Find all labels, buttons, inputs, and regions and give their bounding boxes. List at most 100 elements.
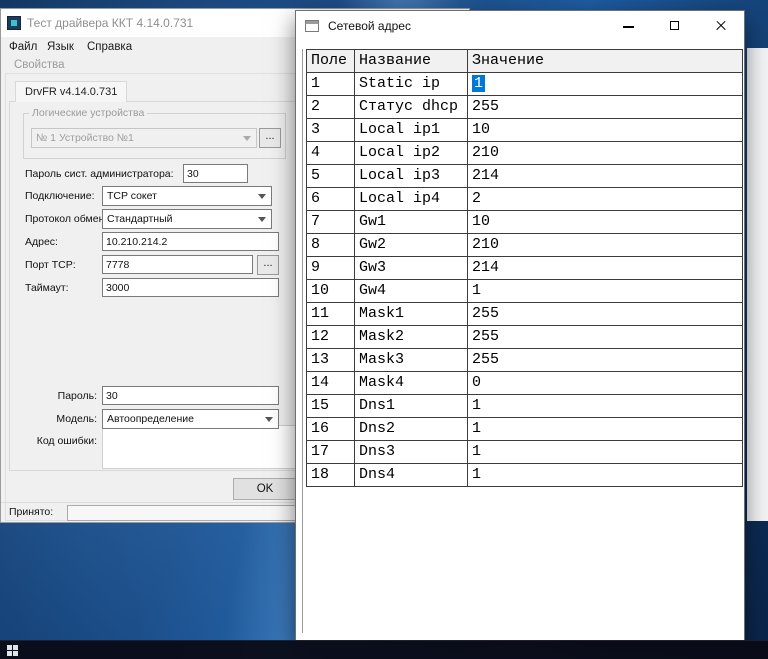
name-cell[interactable]: Local ip1 — [355, 119, 468, 142]
value-cell[interactable]: 255 — [468, 96, 743, 119]
table-row[interactable]: 9Gw3214 — [307, 257, 743, 280]
timeout-label: Таймаут: — [25, 278, 69, 298]
field-cell[interactable]: 1 — [307, 73, 355, 96]
minimize-button[interactable] — [606, 11, 652, 41]
name-cell[interactable]: Mask1 — [355, 303, 468, 326]
value-cell[interactable]: 255 — [468, 349, 743, 372]
field-cell[interactable]: 18 — [307, 464, 355, 487]
value-cell[interactable]: 1 — [468, 73, 743, 96]
field-cell[interactable]: 7 — [307, 211, 355, 234]
table-row[interactable]: 2Статус dhcp255 — [307, 96, 743, 119]
dialog-titlebar[interactable]: Сетевой адрес — [296, 11, 744, 42]
name-cell[interactable]: Static ip — [355, 73, 468, 96]
name-cell[interactable]: Mask3 — [355, 349, 468, 372]
chevron-down-icon — [243, 136, 251, 141]
name-cell[interactable]: Dns3 — [355, 441, 468, 464]
connection-select[interactable]: TCP сокет — [102, 186, 272, 206]
field-cell[interactable]: 6 — [307, 188, 355, 211]
field-cell[interactable]: 12 — [307, 326, 355, 349]
table-row[interactable]: 4Local ip2210 — [307, 142, 743, 165]
value-cell[interactable]: 1 — [468, 418, 743, 441]
taskbar — [0, 640, 768, 659]
table-row[interactable]: 6Local ip42 — [307, 188, 743, 211]
start-button[interactable] — [5, 644, 27, 657]
value-cell[interactable]: 1 — [468, 280, 743, 303]
model-select[interactable]: Автоопределение — [102, 409, 279, 429]
address-input[interactable] — [102, 232, 279, 251]
value-cell[interactable]: 210 — [468, 234, 743, 257]
table-row[interactable]: 15Dns11 — [307, 395, 743, 418]
name-cell[interactable]: Local ip2 — [355, 142, 468, 165]
value-cell[interactable]: 255 — [468, 326, 743, 349]
field-cell[interactable]: 11 — [307, 303, 355, 326]
menu-file[interactable]: Файл — [9, 37, 37, 57]
name-cell[interactable]: Gw2 — [355, 234, 468, 257]
tcp-port-browse-button[interactable]: ... — [257, 255, 279, 275]
table-row[interactable]: 14Mask40 — [307, 372, 743, 395]
field-cell[interactable]: 2 — [307, 96, 355, 119]
name-cell[interactable]: Local ip3 — [355, 165, 468, 188]
table-row[interactable]: 17Dns31 — [307, 441, 743, 464]
field-cell[interactable]: 14 — [307, 372, 355, 395]
field-cell[interactable]: 10 — [307, 280, 355, 303]
value-cell[interactable]: 0 — [468, 372, 743, 395]
table-row[interactable]: 8Gw2210 — [307, 234, 743, 257]
value-cell[interactable]: 10 — [468, 119, 743, 142]
table-row[interactable]: 7Gw110 — [307, 211, 743, 234]
tab-drvfr[interactable]: DrvFR v4.14.0.731 — [15, 81, 127, 102]
field-cell[interactable]: 9 — [307, 257, 355, 280]
table-row[interactable]: 13Mask3255 — [307, 349, 743, 372]
field-cell[interactable]: 4 — [307, 142, 355, 165]
value-cell[interactable]: 214 — [468, 257, 743, 280]
maximize-button[interactable] — [652, 11, 698, 41]
windows-logo-icon — [7, 645, 27, 656]
value-cell[interactable]: 210 — [468, 142, 743, 165]
field-cell[interactable]: 17 — [307, 441, 355, 464]
table-row[interactable]: 1Static ip1 — [307, 73, 743, 96]
value-cell[interactable]: 1 — [468, 395, 743, 418]
network-address-dialog: Сетевой адрес Поле Название — [295, 10, 745, 641]
admin-password-label: Пароль сист. администратора: — [25, 164, 174, 184]
name-cell[interactable]: Mask2 — [355, 326, 468, 349]
name-cell[interactable]: Dns2 — [355, 418, 468, 441]
value-cell[interactable]: 10 — [468, 211, 743, 234]
table-row[interactable]: 5Local ip3214 — [307, 165, 743, 188]
table-row[interactable]: 3Local ip110 — [307, 119, 743, 142]
field-cell[interactable]: 15 — [307, 395, 355, 418]
field-cell[interactable]: 5 — [307, 165, 355, 188]
field-cell[interactable]: 16 — [307, 418, 355, 441]
name-cell[interactable]: Local ip4 — [355, 188, 468, 211]
name-cell[interactable]: Gw4 — [355, 280, 468, 303]
name-cell[interactable]: Gw1 — [355, 211, 468, 234]
name-cell[interactable]: Mask4 — [355, 372, 468, 395]
value-cell[interactable]: 255 — [468, 303, 743, 326]
table-row[interactable]: 11Mask1255 — [307, 303, 743, 326]
name-cell[interactable]: Dns1 — [355, 395, 468, 418]
device-browse-button[interactable]: ... — [259, 128, 281, 148]
tcp-port-input[interactable] — [102, 255, 253, 274]
name-cell[interactable]: Статус dhcp — [355, 96, 468, 119]
value-cell[interactable]: 1 — [468, 464, 743, 487]
menu-language[interactable]: Язык — [47, 37, 74, 57]
chevron-down-icon — [258, 194, 266, 199]
value-cell[interactable]: 2 — [468, 188, 743, 211]
field-cell[interactable]: 3 — [307, 119, 355, 142]
menu-help[interactable]: Справка — [87, 37, 132, 57]
table-row[interactable]: 12Mask2255 — [307, 326, 743, 349]
table-row[interactable]: 18Dns41 — [307, 464, 743, 487]
value-cell[interactable]: 214 — [468, 165, 743, 188]
field-cell[interactable]: 13 — [307, 349, 355, 372]
name-cell[interactable]: Gw3 — [355, 257, 468, 280]
field-cell[interactable]: 8 — [307, 234, 355, 257]
value-cell[interactable]: 1 — [468, 441, 743, 464]
admin-password-input[interactable] — [183, 164, 248, 183]
table-row[interactable]: 16Dns21 — [307, 418, 743, 441]
timeout-input[interactable] — [102, 278, 279, 297]
protocol-select[interactable]: Стандартный — [102, 209, 272, 229]
name-cell[interactable]: Dns4 — [355, 464, 468, 487]
close-button[interactable] — [698, 11, 744, 41]
table-row[interactable]: 10Gw41 — [307, 280, 743, 303]
ok-button[interactable]: OK — [233, 478, 297, 500]
model-label: Модель: — [1, 409, 97, 429]
password-input[interactable] — [102, 386, 279, 405]
